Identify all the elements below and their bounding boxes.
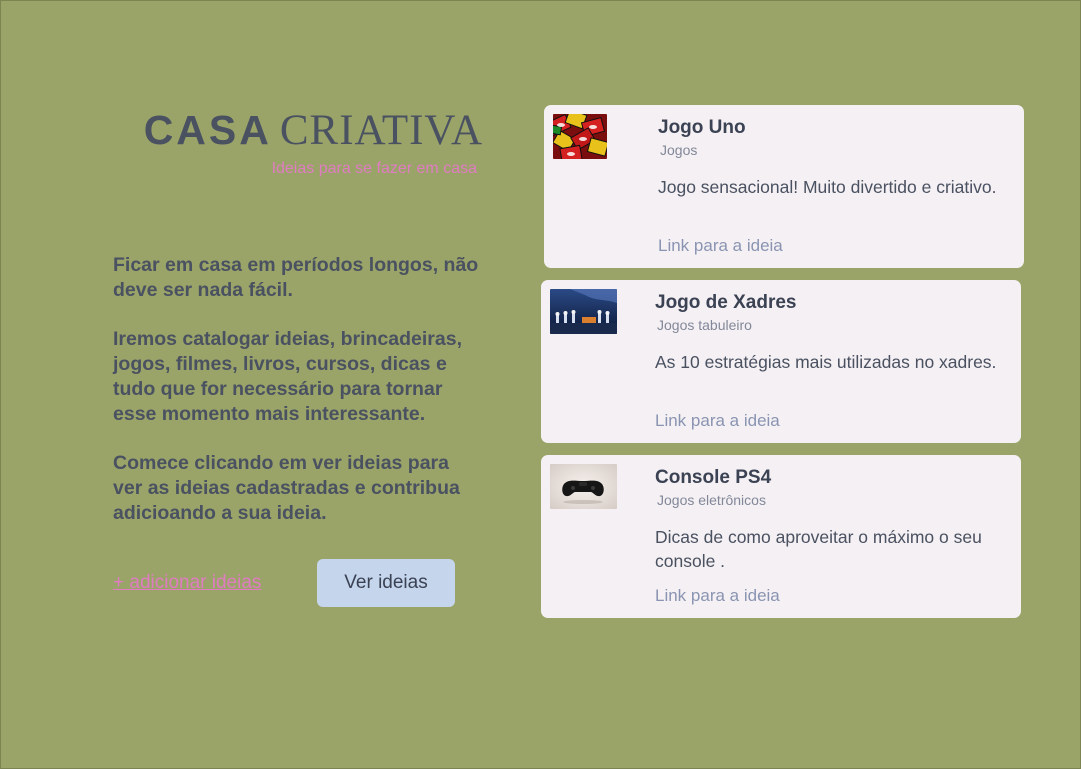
intro-paragraph-3: Comece clicando em ver ideias para ver a… <box>113 452 460 524</box>
idea-title: Console PS4 <box>655 467 772 488</box>
idea-card: Console PS4 Jogos eletrônicos Dicas de c… <box>541 455 1021 618</box>
intro-paragraph-1: Ficar em casa em períodos longos, não de… <box>113 254 479 301</box>
idea-category: Jogos <box>660 142 698 158</box>
uno-cards-image <box>553 114 607 159</box>
idea-title: Jogo Uno <box>658 117 746 138</box>
chess-board-image <box>550 289 617 334</box>
idea-description: As 10 estratégias mais utilizadas no xad… <box>655 352 997 372</box>
logo-criativa-text: CRIATIVA <box>279 107 483 154</box>
tagline: Ideias para se fazer em casa <box>271 160 477 177</box>
add-ideas-link[interactable]: + adicionar ideias <box>113 572 261 594</box>
idea-description: Dicas de como aproveitar o máximo o seu … <box>655 527 982 571</box>
idea-title: Jogo de Xadres <box>655 292 797 313</box>
idea-card: Jogo de Xadres Jogos tabuleiro As 10 est… <box>541 280 1021 443</box>
idea-link[interactable]: Link para a ideia <box>655 586 780 606</box>
logo-casa-text: CASA <box>143 107 272 153</box>
logo: CASA CRIATIVA Ideias para se fazer em cas… <box>127 109 483 178</box>
idea-category: Jogos eletrônicos <box>657 492 766 508</box>
idea-link[interactable]: Link para a ideia <box>658 236 783 256</box>
idea-card: Jogo Uno Jogos Jogo sensacional! Muito d… <box>544 105 1024 268</box>
game-controller-image <box>550 464 617 509</box>
actions-bar: + adicionar ideias Ver ideias <box>113 559 483 609</box>
view-ideas-button[interactable]: Ver ideias <box>317 559 455 607</box>
intro-paragraph-2: Iremos catalogar ideias, brincadeiras, j… <box>113 328 462 425</box>
idea-description: Jogo sensacional! Muito divertido e cria… <box>658 177 997 197</box>
intro-text: Ficar em casa em períodos longos, não de… <box>113 253 483 550</box>
idea-link[interactable]: Link para a ideia <box>655 411 780 431</box>
idea-category: Jogos tabuleiro <box>657 317 752 333</box>
